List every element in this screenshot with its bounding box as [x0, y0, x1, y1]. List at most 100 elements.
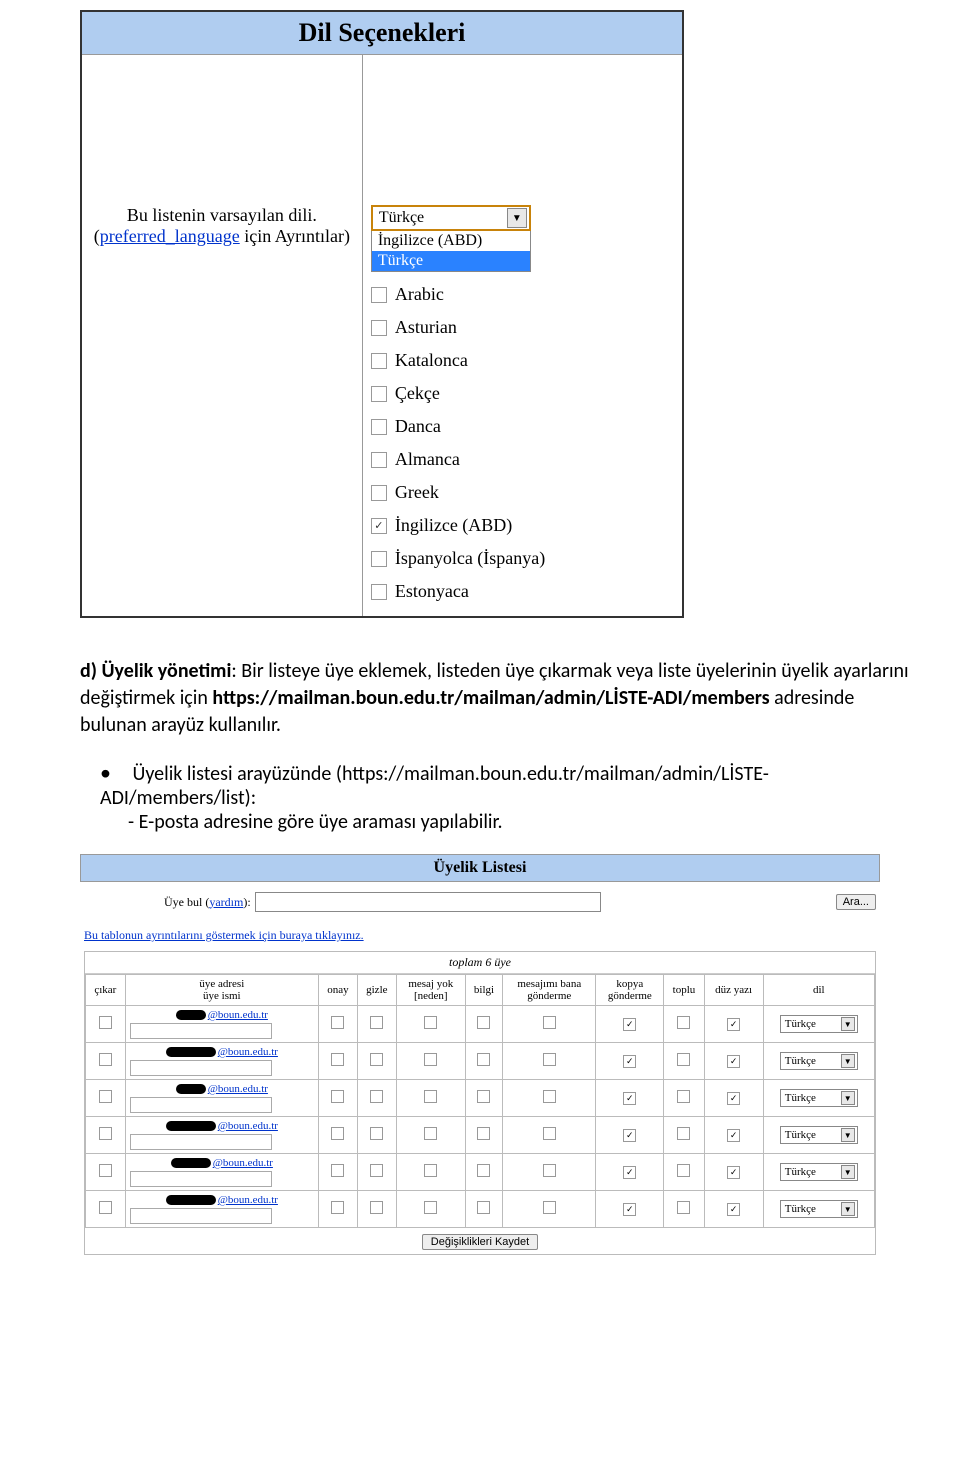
- remove-checkbox[interactable]: [99, 1127, 112, 1140]
- dropdown-option[interactable]: İngilizce (ABD): [372, 231, 530, 251]
- preferred-language-link[interactable]: preferred_language: [100, 226, 240, 246]
- member-option-checkbox[interactable]: [331, 1053, 344, 1066]
- member-option-checkbox[interactable]: ✓: [727, 1055, 740, 1068]
- member-language-select[interactable]: Türkçe▼: [780, 1052, 858, 1070]
- member-option-checkbox[interactable]: [477, 1127, 490, 1140]
- member-option-checkbox[interactable]: [677, 1090, 690, 1103]
- member-email-link[interactable]: @boun.edu.tr: [208, 1083, 268, 1095]
- member-option-checkbox[interactable]: [370, 1016, 383, 1029]
- member-option-checkbox[interactable]: [331, 1201, 344, 1214]
- member-option-checkbox[interactable]: ✓: [727, 1129, 740, 1142]
- table-legend-link[interactable]: Bu tablonun ayrıntılarını göstermek için…: [84, 928, 876, 943]
- member-option-checkbox[interactable]: [477, 1053, 490, 1066]
- remove-checkbox[interactable]: [99, 1201, 112, 1214]
- member-option-checkbox[interactable]: [370, 1053, 383, 1066]
- member-option-checkbox[interactable]: [677, 1164, 690, 1177]
- member-option-checkbox[interactable]: ✓: [727, 1092, 740, 1105]
- member-email-link[interactable]: @boun.edu.tr: [208, 1009, 268, 1021]
- language-checkbox[interactable]: [371, 452, 387, 468]
- member-option-checkbox[interactable]: ✓: [623, 1129, 636, 1142]
- member-language-select[interactable]: Türkçe▼: [780, 1200, 858, 1218]
- member-option-checkbox[interactable]: [543, 1090, 556, 1103]
- language-checkbox[interactable]: [371, 419, 387, 435]
- member-option-checkbox[interactable]: [677, 1201, 690, 1214]
- member-option-checkbox[interactable]: [331, 1164, 344, 1177]
- remove-checkbox[interactable]: [99, 1090, 112, 1103]
- language-checkbox[interactable]: [371, 485, 387, 501]
- remove-checkbox[interactable]: [99, 1016, 112, 1029]
- remove-checkbox[interactable]: [99, 1164, 112, 1177]
- member-option-checkbox[interactable]: [677, 1053, 690, 1066]
- member-option-checkbox[interactable]: [424, 1053, 437, 1066]
- lang-select-text: Türkçe: [785, 1129, 816, 1141]
- member-option-checkbox[interactable]: [331, 1127, 344, 1140]
- member-option-checkbox[interactable]: [543, 1053, 556, 1066]
- members-count: toplam 6 üye: [85, 952, 875, 974]
- language-checkbox[interactable]: [371, 287, 387, 303]
- member-option-checkbox[interactable]: ✓: [623, 1018, 636, 1031]
- dropdown-option[interactable]: Türkçe: [372, 251, 530, 271]
- member-language-select[interactable]: Türkçe▼: [780, 1126, 858, 1144]
- member-option-checkbox[interactable]: [370, 1090, 383, 1103]
- language-checkbox[interactable]: [371, 584, 387, 600]
- member-name-input[interactable]: [130, 1134, 272, 1150]
- member-name-input[interactable]: [130, 1097, 272, 1113]
- member-option-checkbox[interactable]: [424, 1090, 437, 1103]
- member-option-checkbox[interactable]: ✓: [727, 1166, 740, 1179]
- search-help-link[interactable]: yardım: [209, 895, 243, 909]
- language-label: Almanca: [395, 449, 460, 470]
- language-checkbox[interactable]: [371, 551, 387, 567]
- member-option-checkbox[interactable]: [424, 1164, 437, 1177]
- language-checkbox[interactable]: [371, 386, 387, 402]
- member-option-checkbox[interactable]: ✓: [727, 1018, 740, 1031]
- search-button[interactable]: Ara...: [836, 894, 876, 910]
- member-option-checkbox[interactable]: ✓: [623, 1055, 636, 1068]
- member-option-checkbox[interactable]: [477, 1201, 490, 1214]
- remove-checkbox[interactable]: [99, 1053, 112, 1066]
- member-option-checkbox[interactable]: [543, 1016, 556, 1029]
- member-email-link[interactable]: @boun.edu.tr: [213, 1157, 273, 1169]
- language-checkbox[interactable]: [371, 353, 387, 369]
- default-language-dropdown[interactable]: Türkçe ▼: [371, 205, 531, 231]
- column-header: üye adresiüye ismi: [125, 975, 318, 1006]
- member-email-link[interactable]: @boun.edu.tr: [218, 1194, 278, 1206]
- language-checkbox[interactable]: ✓: [371, 518, 387, 534]
- member-option-checkbox[interactable]: ✓: [623, 1166, 636, 1179]
- member-option-checkbox[interactable]: [331, 1016, 344, 1029]
- member-option-checkbox[interactable]: [424, 1201, 437, 1214]
- member-option-checkbox[interactable]: ✓: [623, 1092, 636, 1105]
- member-option-checkbox[interactable]: [543, 1127, 556, 1140]
- member-option-checkbox[interactable]: [477, 1164, 490, 1177]
- member-option-checkbox[interactable]: [477, 1016, 490, 1029]
- member-option-checkbox[interactable]: [424, 1127, 437, 1140]
- member-option-checkbox[interactable]: ✓: [623, 1203, 636, 1216]
- member-language-select[interactable]: Türkçe▼: [780, 1163, 858, 1181]
- details-suffix: için Ayrıntılar): [240, 226, 350, 246]
- redacted-name: [176, 1010, 206, 1020]
- member-option-checkbox[interactable]: [677, 1127, 690, 1140]
- member-email-link[interactable]: @boun.edu.tr: [218, 1120, 278, 1132]
- member-email-link[interactable]: @boun.edu.tr: [218, 1046, 278, 1058]
- language-checkbox[interactable]: [371, 320, 387, 336]
- member-name-input[interactable]: [130, 1060, 272, 1076]
- member-option-checkbox[interactable]: [543, 1164, 556, 1177]
- member-option-checkbox[interactable]: [331, 1090, 344, 1103]
- panel-title: Dil Seçenekleri: [82, 12, 682, 55]
- save-changes-button[interactable]: Değişiklikleri Kaydet: [422, 1234, 538, 1250]
- member-option-checkbox[interactable]: [477, 1090, 490, 1103]
- member-option-checkbox[interactable]: [370, 1164, 383, 1177]
- member-option-checkbox[interactable]: [370, 1201, 383, 1214]
- member-language-select[interactable]: Türkçe▼: [780, 1089, 858, 1107]
- member-option-checkbox[interactable]: [677, 1016, 690, 1029]
- member-language-select[interactable]: Türkçe▼: [780, 1015, 858, 1033]
- member-name-input[interactable]: [130, 1023, 272, 1039]
- chevron-down-icon: ▼: [841, 1202, 855, 1216]
- member-option-checkbox[interactable]: [370, 1127, 383, 1140]
- member-option-checkbox[interactable]: [543, 1201, 556, 1214]
- member-name-input[interactable]: [130, 1171, 272, 1187]
- member-option-checkbox[interactable]: [424, 1016, 437, 1029]
- member-search-input[interactable]: [255, 892, 601, 912]
- member-name-input[interactable]: [130, 1208, 272, 1224]
- member-option-checkbox[interactable]: ✓: [727, 1203, 740, 1216]
- dropdown-open-list: İngilizce (ABD) Türkçe: [371, 231, 531, 272]
